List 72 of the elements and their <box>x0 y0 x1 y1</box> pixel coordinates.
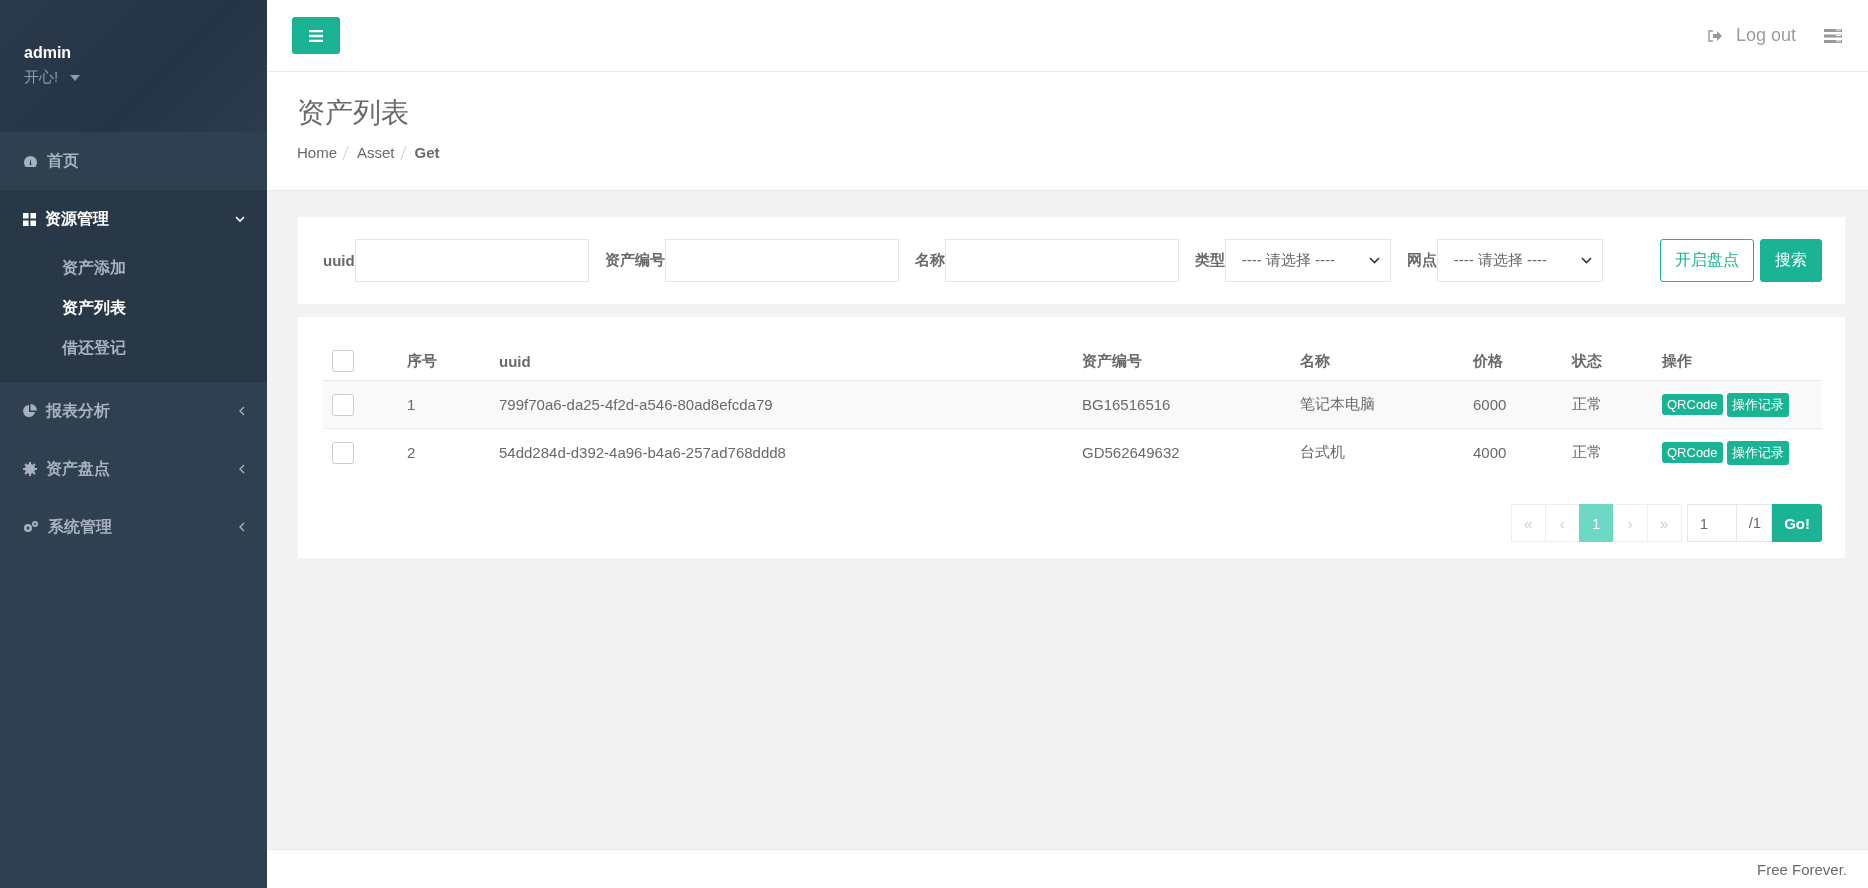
nav-item[interactable]: 报表分析 <box>0 382 267 440</box>
nav-item[interactable]: 资源管理 <box>0 190 267 248</box>
column-header: 价格 <box>1472 342 1571 381</box>
table-cell: BG16516516 <box>1081 380 1299 429</box>
column-header: 操作 <box>1661 342 1822 381</box>
action-button[interactable]: QRCode <box>1662 393 1723 415</box>
select-field[interactable]: ---- 请选择 ---- <box>1436 239 1603 282</box>
column-header: 名称 <box>1299 342 1472 381</box>
action-button[interactable]: 操作记录 <box>1726 392 1789 417</box>
action-button[interactable]: QRCode <box>1662 441 1723 463</box>
submenu-item[interactable]: 借还登记 <box>0 328 267 368</box>
table-cell: 正常 <box>1571 380 1661 429</box>
chevron-down-icon <box>1368 257 1380 264</box>
field-label: 网点 <box>1406 251 1437 270</box>
table-cell: 台式机 <box>1299 428 1472 476</box>
logout-icon <box>1707 29 1722 42</box>
page-title: 资产列表 <box>297 96 410 130</box>
field-label: uuid <box>323 252 355 269</box>
input-field[interactable] <box>944 239 1179 282</box>
checkbox[interactable] <box>332 393 354 416</box>
user-name: admin <box>24 44 73 62</box>
select-field[interactable]: ---- 请选择 ---- <box>1224 239 1391 282</box>
chevron-down-icon <box>1580 257 1592 264</box>
menu-button[interactable] <box>292 17 340 54</box>
field-label: 资产编号 <box>604 251 665 270</box>
field-label: 类型 <box>1194 251 1225 270</box>
field-label: 名称 <box>914 251 945 270</box>
go-button[interactable]: Go! <box>1772 504 1822 542</box>
table-cell: GD562649632 <box>1081 428 1299 476</box>
chevron-left-icon <box>238 406 245 416</box>
table-cell: 1 <box>406 380 498 429</box>
start-button[interactable]: 开启盘点 <box>1660 239 1754 282</box>
breadcrumb-item[interactable]: Home <box>297 144 337 161</box>
footer-text: Free Forever. <box>1756 860 1847 878</box>
menu-icon <box>309 29 323 42</box>
nav-item[interactable]: 系统管理 <box>0 498 267 556</box>
caret-icon[interactable] <box>70 74 81 81</box>
grid-icon <box>23 212 36 226</box>
checkbox[interactable] <box>332 441 354 464</box>
table-cell: 笔记本电脑 <box>1299 380 1472 429</box>
gears-icon <box>23 520 39 534</box>
chevron-down-icon <box>235 215 245 223</box>
column-header: 状态 <box>1571 342 1661 381</box>
input-field[interactable] <box>354 239 589 282</box>
chevron-left-icon <box>238 522 245 532</box>
column-header: 序号 <box>406 342 498 381</box>
user-status[interactable]: 开心! <box>24 68 59 87</box>
submenu-item[interactable]: 资产列表 <box>0 288 267 328</box>
table-cell: 54dd284d-d392-4a96-b4a6-257ad768ddd8 <box>498 428 1081 476</box>
breadcrumb-item: Get <box>414 144 440 161</box>
table-cell: 6000 <box>1472 380 1571 429</box>
dashboard-icon <box>23 154 38 168</box>
chevron-left-icon <box>238 464 245 474</box>
breadcrumb-item[interactable]: Asset <box>357 144 395 161</box>
table-cell: 正常 <box>1571 428 1661 476</box>
action-button[interactable]: 操作记录 <box>1726 440 1789 465</box>
list-icon[interactable] <box>1824 28 1842 43</box>
column-header: uuid <box>498 342 1081 381</box>
nav-item[interactable]: 资产盘点 <box>0 440 267 498</box>
checkbox[interactable] <box>332 350 354 372</box>
search-button[interactable]: 搜索 <box>1760 239 1822 282</box>
input-field[interactable] <box>664 239 899 282</box>
column-header: 资产编号 <box>1081 342 1299 381</box>
gear-icon <box>23 462 37 476</box>
table-cell: 2 <box>406 428 498 476</box>
table-cell: 4000 <box>1472 428 1571 476</box>
nav-item[interactable]: 首页 <box>0 132 267 190</box>
page-input[interactable]: 1 <box>1686 504 1737 542</box>
table-cell: 799f70a6-da25-4f2d-a546-80ad8efcda79 <box>498 380 1081 429</box>
submenu-item[interactable]: 资产添加 <box>0 248 267 288</box>
logout-link[interactable]: Log out <box>1707 25 1796 46</box>
pie-chart-icon <box>23 404 37 418</box>
